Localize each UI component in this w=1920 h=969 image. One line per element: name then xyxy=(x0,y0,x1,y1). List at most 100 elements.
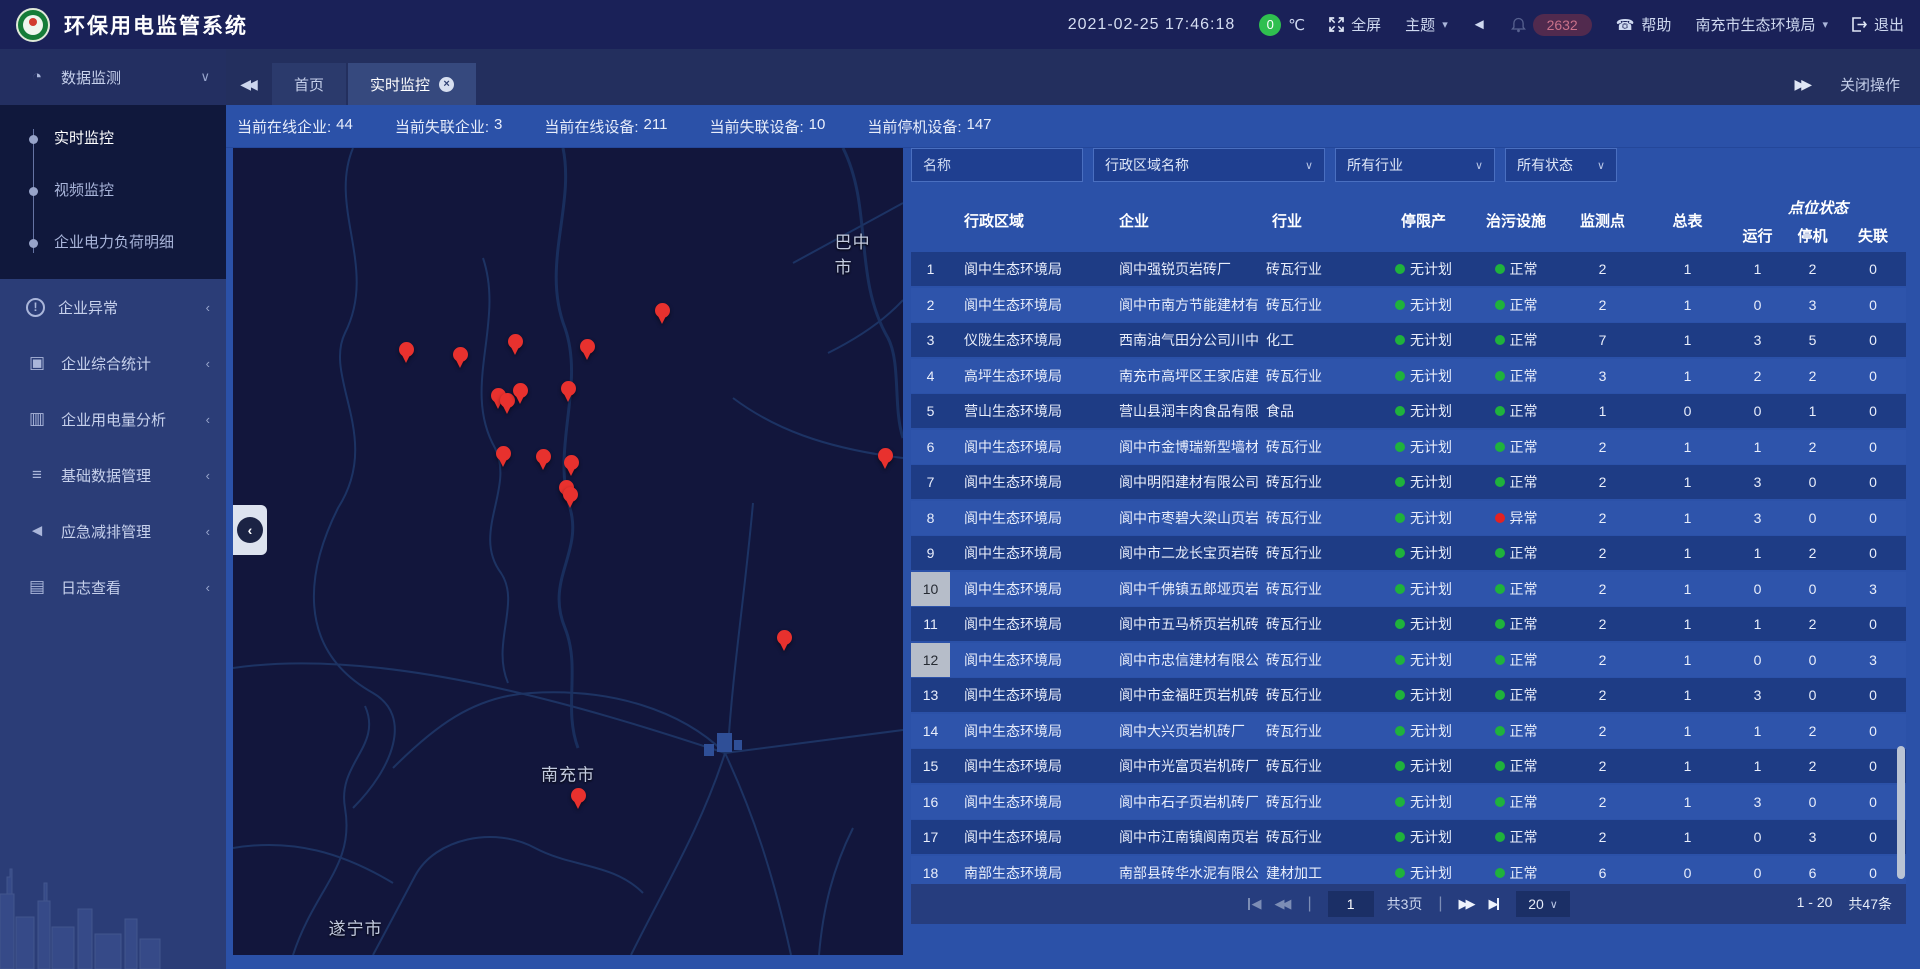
table-row[interactable]: 6阆中生态环境局阆中市金博瑞新型墙材砖瓦行业无计划正常21120 xyxy=(911,430,1906,464)
table-scrollbar-thumb[interactable] xyxy=(1897,746,1905,879)
fullscreen-button[interactable]: 全屏 xyxy=(1329,14,1381,35)
table-row[interactable]: 16阆中生态环境局阆中市石子页岩机砖厂砖瓦行业无计划正常21300 xyxy=(911,785,1906,819)
running-cell: 1 xyxy=(1730,714,1785,748)
sidebar-item[interactable]: ▤日志查看‹ xyxy=(0,559,226,615)
map-collapse-button[interactable]: ‹ xyxy=(233,505,267,555)
map-pin-icon[interactable] xyxy=(453,347,469,369)
sidebar-subitem[interactable]: 视频监控 xyxy=(0,165,226,217)
table-row[interactable]: 14阆中生态环境局阆中大兴页岩机砖厂砖瓦行业无计划正常21120 xyxy=(911,714,1906,748)
sidebar-item[interactable]: ▣企业综合统计‹ xyxy=(0,335,226,391)
industry-cell: 砖瓦行业 xyxy=(1258,430,1375,464)
status-dot-icon xyxy=(1395,797,1405,807)
map-pin-icon[interactable] xyxy=(536,449,552,471)
table-row[interactable]: 8阆中生态环境局阆中市枣碧大梁山页岩砖瓦行业无计划异常21300 xyxy=(911,501,1906,535)
last-page-button[interactable]: ▶ xyxy=(1489,896,1504,912)
table-row[interactable]: 3仪陇生态环境局西南油气田分公司川中化工无计划正常71350 xyxy=(911,323,1906,357)
points-cell: 2 xyxy=(1560,643,1645,677)
logout-button[interactable]: 退出 xyxy=(1852,14,1904,35)
map-panel[interactable]: 巴中市南充市遂宁市 ‹ xyxy=(233,148,903,955)
table-row[interactable]: 1阆中生态环境局阆中强锐页岩砖厂砖瓦行业无计划正常21120 xyxy=(911,252,1906,286)
company-cell: 西南油气田分公司川中 xyxy=(1105,323,1258,357)
sidebar-subitem[interactable]: 企业电力负荷明细 xyxy=(0,217,226,269)
close-icon[interactable]: × xyxy=(439,77,454,92)
next-page-button[interactable]: ▶▶ xyxy=(1459,896,1476,912)
page-size-select[interactable]: 20 ∨ xyxy=(1516,891,1570,917)
company-cell: 阆中市江南镇阆南页岩 xyxy=(1105,820,1258,854)
table-row[interactable]: 18南部生态环境局南部县砖华水泥有限公建材加工无计划正常60060 xyxy=(911,856,1906,885)
map-pin-icon[interactable] xyxy=(878,448,894,470)
filter-select[interactable]: 所有行业∨ xyxy=(1335,148,1495,182)
sidebar-item[interactable]: ◄应急减排管理‹ xyxy=(0,503,226,559)
map-pin-icon[interactable] xyxy=(508,334,524,356)
map-pin-icon[interactable] xyxy=(399,342,415,364)
tabs-scroll-right-button[interactable]: ▶▶ xyxy=(1794,76,1812,93)
sidebar-item[interactable]: !企业异常‹ xyxy=(0,279,226,335)
table-row[interactable]: 15阆中生态环境局阆中市光富页岩机砖厂砖瓦行业无计划正常21120 xyxy=(911,749,1906,783)
filter-bar: 行政区域名称∨ 所有行业∨ 所有状态∨ xyxy=(911,148,1906,184)
name-filter-input[interactable] xyxy=(911,148,1083,182)
sidebar-item[interactable]: ≡基础数据管理‹ xyxy=(0,447,226,503)
map-pin-icon[interactable] xyxy=(513,383,529,405)
limit-status-cell: 无计划 xyxy=(1375,820,1472,854)
tab-label: 实时监控 xyxy=(370,74,430,95)
table-row[interactable]: 12阆中生态环境局阆中市忠信建材有限公砖瓦行业无计划正常21003 xyxy=(911,643,1906,677)
points-cell: 2 xyxy=(1560,430,1645,464)
close-operations-button[interactable]: 关闭操作 xyxy=(1840,74,1900,95)
table-row[interactable]: 17阆中生态环境局阆中市江南镇阆南页岩砖瓦行业无计划正常21030 xyxy=(911,820,1906,854)
map-pin-icon[interactable] xyxy=(496,446,512,468)
table-row[interactable]: 10阆中生态环境局阆中千佛镇五郎垭页岩砖瓦行业无计划正常21003 xyxy=(911,572,1906,606)
offline-cell: 0 xyxy=(1840,323,1906,357)
filter-select-value: 所有状态 xyxy=(1517,155,1573,175)
status-dot-icon xyxy=(1395,548,1405,558)
meters-cell: 1 xyxy=(1645,465,1730,499)
notifications[interactable]: 2632 xyxy=(1511,14,1592,36)
points-cell: 2 xyxy=(1560,288,1645,322)
theme-menu[interactable]: 主题▾ xyxy=(1405,14,1448,35)
table-body: 1阆中生态环境局阆中强锐页岩砖厂砖瓦行业无计划正常211202阆中生态环境局阆中… xyxy=(911,252,1906,884)
limit-status-cell: 无计划 xyxy=(1375,572,1472,606)
tab-item[interactable]: 首页 xyxy=(272,63,346,105)
sidebar-item[interactable]: ▥企业用电量分析‹ xyxy=(0,391,226,447)
points-cell: 2 xyxy=(1560,678,1645,712)
help-button[interactable]: ☎ 帮助 xyxy=(1616,14,1672,35)
filter-select[interactable]: 行政区域名称∨ xyxy=(1093,148,1325,182)
running-cell: 3 xyxy=(1730,785,1785,819)
points-cell: 6 xyxy=(1560,856,1645,885)
first-page-button[interactable]: ◀ xyxy=(1247,896,1262,912)
tabs-scroll-left-button[interactable]: ◀◀ xyxy=(226,63,272,105)
work-area: 巴中市南充市遂宁市 ‹ 行政区域名称∨所有行业∨所有状态∨ 行政区域企业行业停限… xyxy=(226,148,1920,969)
row-number-cell: 15 xyxy=(911,749,950,783)
map-pin-icon[interactable] xyxy=(655,303,671,325)
table-row[interactable]: 4高坪生态环境局南充市高坪区王家店建砖瓦行业无计划正常31220 xyxy=(911,359,1906,393)
table-row[interactable]: 11阆中生态环境局阆中市五马桥页岩机砖砖瓦行业无计划正常21120 xyxy=(911,607,1906,641)
map-pin-icon[interactable] xyxy=(561,381,577,403)
chevron-left-icon: ‹ xyxy=(206,356,210,371)
table-row[interactable]: 13阆中生态环境局阆中市金福旺页岩机砖砖瓦行业无计划正常21300 xyxy=(911,678,1906,712)
industry-cell: 砖瓦行业 xyxy=(1258,536,1375,570)
map-pin-icon[interactable] xyxy=(571,788,587,810)
map-pin-icon[interactable] xyxy=(563,487,579,509)
facility-status-cell: 正常 xyxy=(1472,820,1560,854)
table-row[interactable]: 5营山生态环境局营山县润丰肉食品有限食品无计划正常10010 xyxy=(911,394,1906,428)
offline-cell: 0 xyxy=(1840,430,1906,464)
org-menu[interactable]: 南充市生态环境局▾ xyxy=(1695,14,1828,35)
offline-cell: 0 xyxy=(1840,501,1906,535)
company-cell: 阆中市忠信建材有限公 xyxy=(1105,643,1258,677)
sidebar-subitem[interactable]: 实时监控 xyxy=(0,113,226,165)
meters-cell: 1 xyxy=(1645,607,1730,641)
table-row[interactable]: 2阆中生态环境局阆中市南方节能建材有砖瓦行业无计划正常21030 xyxy=(911,288,1906,322)
map-pin-icon[interactable] xyxy=(580,339,596,361)
prev-page-button[interactable]: ◀◀ xyxy=(1274,896,1291,912)
chevron-left-icon: ‹ xyxy=(206,580,210,595)
page-number-input[interactable]: 1 xyxy=(1328,891,1374,917)
speaker-icon[interactable]: ◄ xyxy=(1472,16,1487,33)
tab-active[interactable]: 实时监控 × xyxy=(348,63,476,105)
filter-select[interactable]: 所有状态∨ xyxy=(1505,148,1617,182)
table-row[interactable]: 7阆中生态环境局阆中明阳建材有限公司砖瓦行业无计划正常21300 xyxy=(911,465,1906,499)
app-logo-icon xyxy=(16,8,50,42)
map-pin-icon[interactable] xyxy=(564,455,580,477)
table-row[interactable]: 9阆中生态环境局阆中市二龙长宝页岩砖砖瓦行业无计划正常21120 xyxy=(911,536,1906,570)
map-pin-icon[interactable] xyxy=(777,630,793,652)
sidebar-item[interactable]: ◔数据监测∨ xyxy=(0,49,226,105)
points-cell: 2 xyxy=(1560,607,1645,641)
